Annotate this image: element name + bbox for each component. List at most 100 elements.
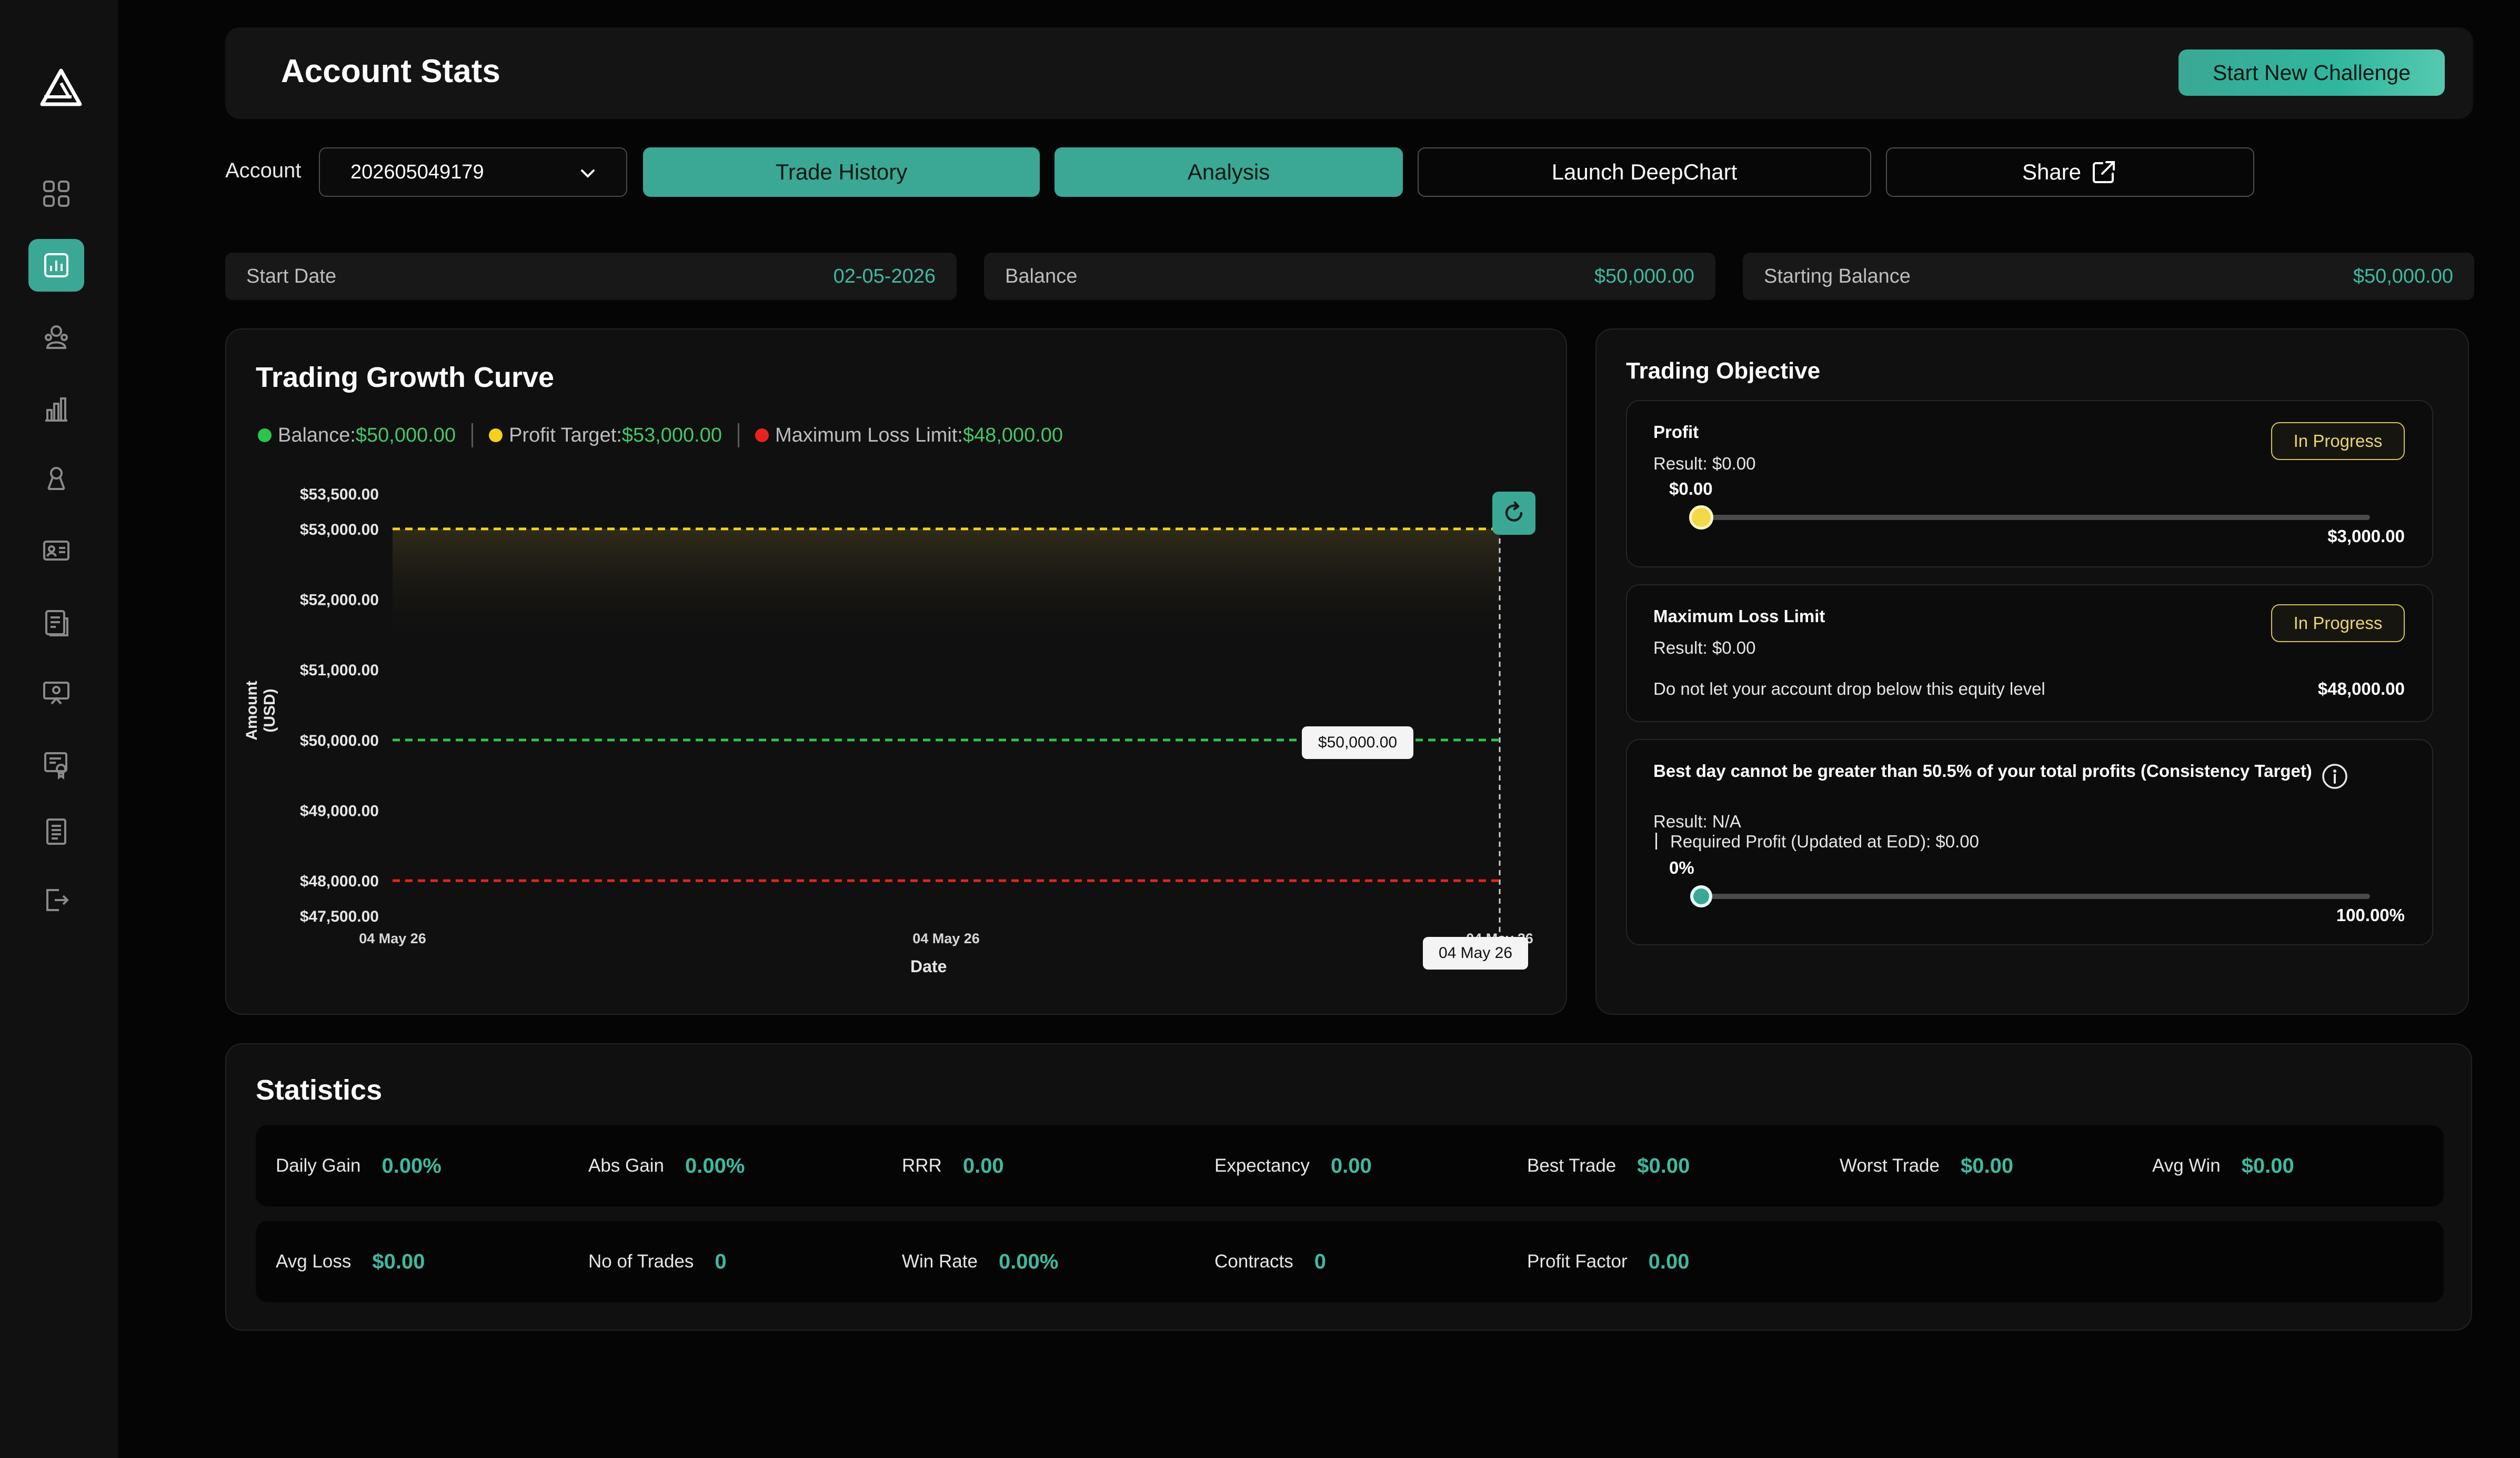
stat-value: 0.00%	[998, 1250, 1059, 1273]
stat-label: Contracts	[1214, 1251, 1293, 1272]
sidebar-item-reports[interactable]	[28, 805, 84, 858]
info-icon[interactable]	[2321, 762, 2349, 791]
sidebar-item-performance[interactable]	[28, 383, 84, 436]
profit-target-area	[393, 528, 1500, 645]
stat-contracts: Contracts 0	[1214, 1221, 1326, 1302]
traders-icon	[45, 325, 68, 349]
max-loss-objective: Maximum Loss Limit In Progress Result: $…	[1626, 584, 2433, 722]
sidebar-item-profile[interactable]	[28, 524, 84, 577]
y-tick-label: $53,000.00	[300, 521, 379, 538]
stats-icon	[44, 253, 68, 277]
y-axis-label: Amount (USD)	[243, 681, 278, 741]
header-card: Account Stats Start New Challenge	[225, 27, 2473, 119]
dashboard-grid-icon	[43, 181, 69, 207]
profit-result: Result: $0.00	[1653, 454, 1756, 473]
trade-history-button[interactable]: Trade History	[643, 147, 1040, 197]
profit-title: Profit	[1653, 422, 1699, 442]
starting-balance-value: $50,000.00	[2353, 265, 2453, 287]
stat-label: RRR	[902, 1155, 942, 1176]
reset-zoom-button[interactable]	[1492, 492, 1535, 535]
start-date-box: Start Date 02-05-2026	[225, 253, 957, 300]
stat-label: Expectancy	[1214, 1155, 1310, 1176]
balance-label: Balance	[1005, 265, 1078, 287]
statistics-card: Statistics Daily Gain 0.00% Abs Gain 0.00%…	[225, 1043, 2472, 1331]
stat-label: Daily Gain	[276, 1155, 361, 1176]
balance-tooltip: $50,000.00	[1302, 726, 1413, 759]
profit-objective: Profit In Progress Result: $0.00 $0.00 $…	[1626, 400, 2433, 567]
stat-label: Abs Gain	[588, 1155, 664, 1176]
y-tick-label: $50,000.00	[300, 732, 379, 750]
stat-label: No of Trades	[588, 1251, 694, 1272]
chevron-down-icon	[581, 169, 595, 178]
stat-value: $0.00	[372, 1250, 425, 1273]
consistency-current: 0%	[1669, 858, 1694, 877]
certificate-icon	[44, 752, 67, 780]
stat-rrr: RRR 0.00	[902, 1125, 1004, 1206]
presentation-icon	[43, 682, 69, 705]
required-profit-marker	[1655, 833, 1657, 850]
page-title: Account Stats	[281, 53, 500, 89]
stat-worst-trade: Worst Trade $0.00	[1840, 1125, 2013, 1206]
external-link-icon	[2093, 161, 2115, 183]
logout-icon	[46, 889, 69, 911]
stat-label: Win Rate	[902, 1251, 978, 1272]
stat-avg-win: Avg Win $0.00	[2152, 1125, 2294, 1206]
profit-status-badge: In Progress	[2271, 422, 2405, 460]
consistency-title: Best day cannot be greater than 50.5% of…	[1653, 761, 2312, 781]
stat-expectancy: Expectancy 0.00	[1214, 1125, 1372, 1206]
growth-chart: $53,500.00 $53,000.00 $52,000.00 $51,000.00…	[300, 486, 1533, 946]
consistency-result: Result: N/A	[1653, 812, 1741, 831]
stat-label: Avg Loss	[276, 1251, 352, 1272]
sidebar-item-certificates[interactable]	[28, 738, 84, 791]
sidebar-item-traders[interactable]	[28, 312, 84, 364]
account-select[interactable]: 202605049179	[319, 147, 627, 197]
stat-label: Avg Win	[2152, 1155, 2221, 1176]
sidebar-item-account-stats[interactable]	[28, 239, 84, 292]
consistency-objective: Best day cannot be greater than 50.5% of…	[1626, 739, 2433, 945]
stat-value: $0.00	[1637, 1154, 1690, 1177]
consistency-required-profit: Required Profit (Updated at EoD): $0.00	[1670, 832, 1979, 851]
consistency-progress-knob[interactable]	[1690, 885, 1712, 907]
stat-value: $0.00	[1960, 1154, 2014, 1177]
stat-value: 0.00	[1330, 1154, 1372, 1177]
share-label: Share	[2022, 159, 2082, 184]
stat-value: 0.00	[1648, 1250, 1690, 1273]
launch-deepchart-button[interactable]: Launch DeepChart	[1418, 147, 1871, 197]
sidebar-item-affiliate[interactable]	[28, 453, 84, 505]
profit-progress-track	[1695, 515, 2370, 520]
x-tick-label: 04 May 26	[359, 931, 426, 946]
sidebar-item-dashboard[interactable]	[28, 167, 84, 220]
profit-max: $3,000.00	[2327, 526, 2405, 546]
date-tooltip: 04 May 26	[1423, 937, 1528, 970]
stat-win-rate: Win Rate 0.00%	[902, 1221, 1058, 1302]
analysis-button[interactable]: Analysis	[1055, 147, 1403, 197]
refresh-icon	[1505, 501, 1523, 522]
y-tick-label: $53,500.00	[300, 486, 379, 503]
max-loss-result: Result: $0.00	[1653, 638, 1756, 657]
stat-value: 0.00%	[685, 1154, 745, 1177]
share-button[interactable]: Share	[1886, 147, 2254, 197]
sidebar-item-documents[interactable]	[28, 597, 84, 650]
start-new-challenge-button[interactable]: Start New Challenge	[2178, 49, 2445, 96]
stat-no-of-trades: No of Trades 0	[588, 1221, 727, 1302]
stat-label: Best Trade	[1527, 1155, 1617, 1176]
affiliate-icon	[47, 467, 65, 490]
max-loss-description: Do not let your account drop below this …	[1653, 679, 2045, 698]
trading-objective-title: Trading Objective	[1626, 358, 1821, 384]
stat-label: Profit Factor	[1527, 1251, 1628, 1272]
sidebar-item-logout[interactable]	[28, 874, 84, 926]
profit-progress-knob[interactable]	[1689, 505, 1713, 530]
sidebar-item-education[interactable]	[28, 667, 84, 720]
stat-profit-factor: Profit Factor 0.00	[1527, 1221, 1689, 1302]
stat-value: 0	[715, 1250, 727, 1273]
logo-icon[interactable]	[40, 68, 82, 106]
x-tick-label: 04 May 26	[912, 931, 980, 946]
max-loss-title: Maximum Loss Limit	[1653, 606, 1825, 626]
y-tick-label: $47,500.00	[300, 908, 379, 925]
consistency-progress-track	[1695, 894, 2370, 899]
statistics-title: Statistics	[256, 1074, 383, 1106]
consistency-max: 100.00%	[2336, 905, 2405, 925]
id-card-icon	[43, 541, 69, 561]
stat-value: 0.00	[962, 1154, 1004, 1177]
max-loss-value: $48,000.00	[2317, 679, 2405, 698]
